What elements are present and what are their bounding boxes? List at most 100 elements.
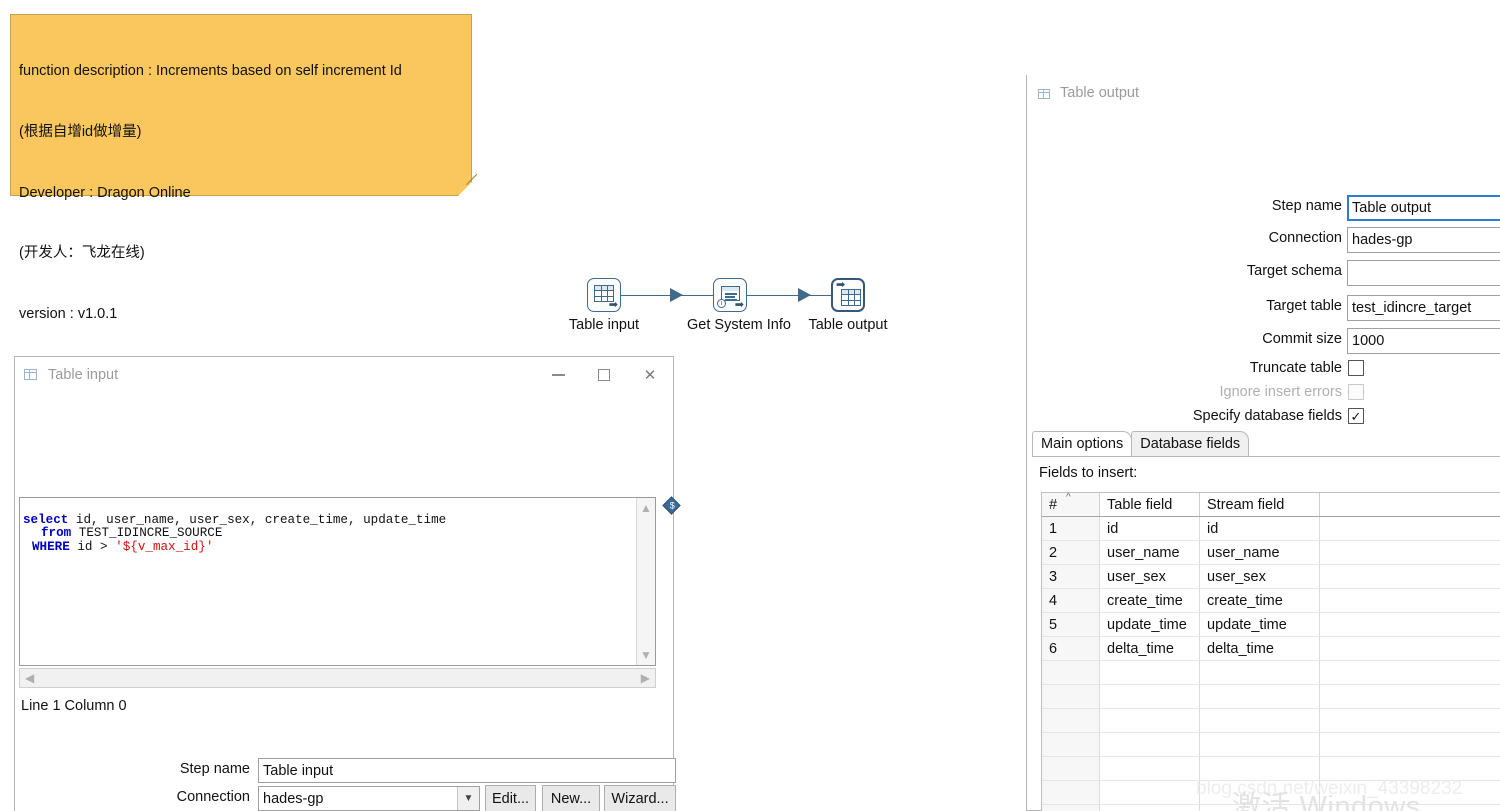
- truncate-table-label: Truncate table: [1249, 360, 1342, 376]
- maximize-button[interactable]: [581, 359, 627, 391]
- table-row-empty[interactable]: [1042, 709, 1500, 733]
- cell-extra[interactable]: [1320, 565, 1500, 588]
- arrow-down-left-icon: ➡: [836, 279, 846, 291]
- connection-combo[interactable]: hades-gp: [1347, 227, 1500, 253]
- cell-table-field[interactable]: user_sex: [1100, 565, 1200, 588]
- step-name-value: Table input: [263, 762, 334, 779]
- step-name-input[interactable]: Table input: [258, 758, 676, 783]
- table-row[interactable]: 5 update_time update_time: [1042, 613, 1500, 637]
- chevron-down-icon[interactable]: ▼: [457, 787, 479, 810]
- note-line: (开发人：飞龙在线): [19, 245, 145, 262]
- table-row-empty[interactable]: [1042, 757, 1500, 781]
- row-index: 1: [1042, 517, 1100, 540]
- table-row-empty[interactable]: [1042, 805, 1500, 811]
- table-output-dialog[interactable]: Table output Step name Table output Conn…: [1026, 75, 1500, 811]
- cell-stream-field[interactable]: user_name: [1200, 541, 1320, 564]
- step-label: Table output: [808, 317, 888, 333]
- cell-extra[interactable]: [1320, 613, 1500, 636]
- sql-text[interactable]: select id, user_name, user_sex, create_t…: [23, 500, 635, 568]
- step-name-input[interactable]: Table output: [1347, 195, 1500, 221]
- table-row-empty[interactable]: [1042, 781, 1500, 805]
- chevron-right-icon[interactable]: ▶: [641, 671, 650, 685]
- column-header-index[interactable]: # ^: [1042, 493, 1100, 516]
- note-line: Developer : Dragon Online: [19, 184, 191, 201]
- tab-database-fields[interactable]: Database fields: [1131, 431, 1250, 456]
- cell-table-field[interactable]: create_time: [1100, 589, 1200, 612]
- sort-ascending-icon: ^: [1066, 493, 1071, 503]
- table-header-row: # ^ Table field Stream field: [1042, 493, 1500, 517]
- table-row[interactable]: 1 id id: [1042, 517, 1500, 541]
- sql-keyword-from: from: [41, 526, 72, 541]
- chevron-down-icon[interactable]: ▼: [637, 648, 655, 662]
- connection-combo[interactable]: hades-gp ▼: [258, 786, 480, 811]
- table-row[interactable]: 6 delta_time delta_time: [1042, 637, 1500, 661]
- cell-extra[interactable]: [1320, 637, 1500, 660]
- table-output-tabs[interactable]: Main options Database fields: [1032, 431, 1250, 456]
- sql-horizontal-scrollbar[interactable]: ◀ ▶: [19, 668, 656, 688]
- specify-database-fields-checkbox[interactable]: ✓: [1348, 408, 1364, 424]
- row-index: 5: [1042, 613, 1100, 636]
- table-input-titlebar[interactable]: Table input ✕: [15, 357, 673, 393]
- chevron-up-icon[interactable]: ▲: [637, 501, 655, 515]
- target-table-input[interactable]: test_idincre_target: [1347, 295, 1500, 321]
- row-index: 3: [1042, 565, 1100, 588]
- step-label: Table input: [568, 317, 640, 333]
- minimize-button[interactable]: [535, 359, 581, 391]
- fields-to-insert-table[interactable]: # ^ Table field Stream field 1 id id 2 u…: [1041, 492, 1500, 811]
- cell-table-field[interactable]: update_time: [1100, 613, 1200, 636]
- sql-keyword-select: select: [23, 512, 69, 527]
- wizard-connection-button[interactable]: Wizard...: [604, 785, 676, 811]
- info-circle-icon: i: [717, 299, 726, 308]
- target-table-value: test_idincre_target: [1352, 300, 1472, 316]
- table-input-dialog-title: Table input: [48, 367, 119, 383]
- cell-extra[interactable]: [1320, 541, 1500, 564]
- cell-stream-field[interactable]: user_sex: [1200, 565, 1320, 588]
- step-get-system-info[interactable]: i ➡ Get System Info: [687, 278, 791, 333]
- specify-database-fields-label: Specify database fields: [1192, 408, 1342, 424]
- cell-stream-field[interactable]: update_time: [1200, 613, 1320, 636]
- sql-line3-mid: id >: [69, 539, 116, 554]
- column-header-table-field[interactable]: Table field: [1100, 493, 1200, 516]
- cell-table-field[interactable]: delta_time: [1100, 637, 1200, 660]
- chevron-left-icon[interactable]: ◀: [25, 671, 34, 685]
- connection-value: hades-gp: [263, 790, 324, 807]
- cell-extra[interactable]: [1320, 589, 1500, 612]
- edit-connection-button[interactable]: Edit...: [485, 785, 536, 811]
- table-row-empty[interactable]: [1042, 685, 1500, 709]
- sql-editor[interactable]: select id, user_name, user_sex, create_t…: [19, 497, 656, 666]
- table-row-empty[interactable]: [1042, 733, 1500, 757]
- table-row-empty[interactable]: [1042, 661, 1500, 685]
- cell-table-field[interactable]: user_name: [1100, 541, 1200, 564]
- target-table-label: Target table: [1266, 298, 1342, 314]
- cell-stream-field[interactable]: id: [1200, 517, 1320, 540]
- step-table-input[interactable]: ➡ Table input: [560, 278, 648, 333]
- connection-label: Connection: [1268, 230, 1342, 246]
- table-output-titlebar[interactable]: Table output: [1027, 75, 1500, 111]
- commit-size-input[interactable]: 1000: [1347, 328, 1500, 354]
- table-row[interactable]: 4 create_time create_time: [1042, 589, 1500, 613]
- row-index: 4: [1042, 589, 1100, 612]
- sql-vertical-scrollbar[interactable]: ▲ ▼: [636, 498, 655, 665]
- close-button[interactable]: ✕: [627, 359, 673, 391]
- column-header-extra[interactable]: [1320, 493, 1500, 516]
- tab-main-options[interactable]: Main options: [1032, 431, 1133, 456]
- table-input-dialog[interactable]: Table input ✕ Step name Table input Conn…: [14, 356, 681, 811]
- note-line: function description : Increments based …: [19, 63, 402, 80]
- transformation-canvas[interactable]: ➡ Table input i ➡ Get System Info ➡ Tabl…: [560, 258, 920, 338]
- description-note[interactable]: function description : Increments based …: [10, 14, 488, 504]
- column-header-stream-field[interactable]: Stream field: [1200, 493, 1320, 516]
- cell-stream-field[interactable]: create_time: [1200, 589, 1320, 612]
- new-connection-button[interactable]: New...: [542, 785, 600, 811]
- ignore-insert-errors-checkbox: [1348, 384, 1364, 400]
- table-row[interactable]: 3 user_sex user_sex: [1042, 565, 1500, 589]
- step-table-output[interactable]: ➡ Table output: [800, 278, 896, 333]
- cell-stream-field[interactable]: delta_time: [1200, 637, 1320, 660]
- table-row[interactable]: 2 user_name user_name: [1042, 541, 1500, 565]
- step-name-value: Table output: [1352, 200, 1432, 216]
- table-output-icon: [1035, 85, 1053, 101]
- connection-value: hades-gp: [1352, 232, 1413, 248]
- truncate-table-checkbox[interactable]: [1348, 360, 1364, 376]
- cell-table-field[interactable]: id: [1100, 517, 1200, 540]
- cell-extra[interactable]: [1320, 517, 1500, 540]
- target-schema-input[interactable]: [1347, 260, 1500, 286]
